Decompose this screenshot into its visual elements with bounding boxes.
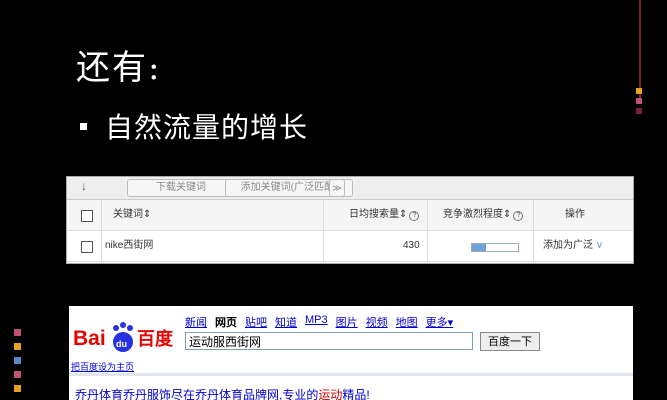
column-header-keyword[interactable]: 关键词⇕ <box>113 200 151 230</box>
column-divider <box>533 200 534 230</box>
download-arrow-icon: ↓ <box>81 179 87 193</box>
search-result-link[interactable]: 乔丹体育乔丹服饰尽在乔丹体育品牌网,专业的运动精品! <box>75 386 370 400</box>
nav-map[interactable]: 地图 <box>396 314 418 330</box>
chevron-right-icon[interactable]: ≫ <box>329 179 345 197</box>
column-divider <box>427 231 428 261</box>
column-header-label: 竞争激烈程度 <box>443 209 503 220</box>
keyword-toolbar: ↓ 下载关键词 添加关键词(广泛匹配) ≫ <box>67 177 633 200</box>
decoration-square <box>14 329 21 336</box>
decoration-square <box>14 343 21 350</box>
baidu-logo: Bai du 百度 <box>73 322 174 352</box>
help-icon[interactable]: ? <box>409 211 420 221</box>
nav-news[interactable]: 新闻 <box>185 314 207 330</box>
column-divider <box>101 231 102 261</box>
table-header-row: 关键词⇕ 日均搜索量⇕? 竞争激烈程度⇕? 操作 <box>67 200 633 231</box>
decoration-square <box>14 385 21 392</box>
nav-tieba[interactable]: 贴吧 <box>245 314 267 330</box>
slide-title: 还有: <box>76 48 162 88</box>
nav-mp3[interactable]: MP3 <box>305 314 328 330</box>
bullet-square-icon <box>80 122 87 130</box>
nav-images[interactable]: 图片 <box>336 314 358 330</box>
column-divider <box>101 200 102 230</box>
decoration-line <box>639 0 641 100</box>
column-header-competition[interactable]: 竞争激烈程度⇕? <box>443 200 524 230</box>
column-header-label: 关键词 <box>113 209 143 220</box>
column-divider <box>427 200 428 230</box>
decoration-square <box>14 357 21 364</box>
decoration-square <box>636 88 642 94</box>
column-divider <box>323 200 324 230</box>
decoration-square <box>636 98 642 104</box>
column-divider <box>323 231 324 261</box>
column-header-label: 日均搜索量 <box>349 209 399 220</box>
daily-searches-cell: 430 <box>403 240 420 251</box>
help-icon[interactable]: ? <box>513 211 524 221</box>
sort-icon: ⇕ <box>399 209 408 220</box>
download-keywords-button[interactable]: 下载关键词 <box>127 179 235 197</box>
svg-text:du: du <box>116 339 127 349</box>
decoration-square <box>14 371 21 378</box>
column-header-action: 操作 <box>565 209 585 220</box>
bullet-item: 自然流量的增长 <box>80 106 308 146</box>
keyword-table: 关键词⇕ 日均搜索量⇕? 竞争激烈程度⇕? 操作 nike西街网 430 添加为… <box>67 200 633 262</box>
left-decoration <box>14 325 24 400</box>
decoration-square <box>636 108 642 114</box>
select-all-checkbox[interactable] <box>81 210 93 222</box>
bullet-text: 自然流量的增长 <box>105 111 309 144</box>
column-header-daily-searches[interactable]: 日均搜索量⇕? <box>349 200 420 230</box>
nav-video[interactable]: 视频 <box>366 314 388 330</box>
baidu-nav: 新闻 网页 贴吧 知道 MP3 图片 视频 地图 更多▾ <box>185 314 453 330</box>
result-title-prefix: 乔丹体育乔丹服饰尽在乔丹体育品牌网,专业的 <box>75 388 319 400</box>
set-homepage-link[interactable]: 把百度设为主页 <box>71 360 134 373</box>
add-broad-action[interactable]: 添加为广泛 ∨ <box>543 231 603 261</box>
table-row: nike西街网 430 添加为广泛 ∨ <box>67 231 633 262</box>
svg-text:Bai: Bai <box>73 327 106 350</box>
search-button[interactable]: 百度一下 <box>480 332 540 351</box>
row-checkbox[interactable] <box>81 241 93 253</box>
nav-more[interactable]: 更多▾ <box>426 314 454 330</box>
column-divider <box>533 231 534 261</box>
nav-web[interactable]: 网页 <box>215 314 237 330</box>
baidu-search-panel: Bai du 百度 新闻 网页 贴吧 知道 MP3 图片 视频 地图 更多▾ 运… <box>69 306 633 400</box>
nav-zhidao[interactable]: 知道 <box>275 314 297 330</box>
add-broad-label: 添加为广泛 <box>543 240 593 251</box>
keyword-cell: nike西街网 <box>105 240 154 251</box>
competition-bar <box>471 243 519 252</box>
competition-bar-fill <box>472 244 486 251</box>
search-input[interactable]: 运动服西街网 <box>185 332 473 350</box>
chevron-down-icon: ∨ <box>593 240 604 251</box>
svg-text:百度: 百度 <box>137 328 174 350</box>
sort-icon: ⇕ <box>503 209 512 220</box>
result-title-highlight: 运动 <box>318 388 343 400</box>
keyword-tool-panel: ↓ 下载关键词 添加关键词(广泛匹配) ≫ 关键词⇕ 日均搜索量⇕? 竞争激烈程… <box>66 176 634 264</box>
sort-icon: ⇕ <box>143 209 152 220</box>
results-divider <box>69 373 633 376</box>
result-title-suffix: 精品! <box>342 388 370 400</box>
right-decoration <box>636 0 643 115</box>
